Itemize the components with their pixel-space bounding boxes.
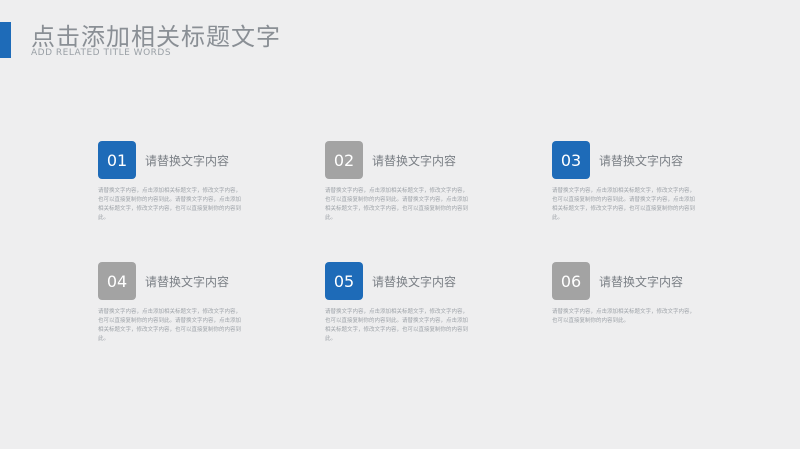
card-body-text: 请替换文字内容，点击添加相关标题文字，修改文字内容，也可以直接复制你的内容到此。… [325,309,469,342]
page-subtitle: ADD RELATED TITLE WORDS [31,48,172,58]
number-badge: 04 [98,262,136,300]
card-heading: 请替换文字内容 [145,274,230,289]
card-heading: 请替换文字内容 [372,274,457,289]
card-body-text: 请替换文字内容，点击添加相关标题文字，修改文字内容，也可以直接复制你的内容到此。… [552,188,696,221]
content-card-2: 02 请替换文字内容 请替换文字内容，点击添加相关标题文字，修改文字内容，也可以… [325,141,485,223]
title-accent-bar [0,22,11,58]
content-card-3: 03 请替换文字内容 请替换文字内容，点击添加相关标题文字，修改文字内容，也可以… [552,141,712,223]
page-title: 点击添加相关标题文字 [31,23,281,51]
card-heading: 请替换文字内容 [599,274,684,289]
number-badge: 06 [552,262,590,300]
card-heading: 请替换文字内容 [145,153,230,168]
number-badge: 01 [98,141,136,179]
content-card-6: 06 请替换文字内容 请替换文字内容，点击添加相关标题文字，修改文字内容，也可以… [552,262,712,326]
content-card-4: 04 请替换文字内容 请替换文字内容，点击添加相关标题文字，修改文字内容，也可以… [98,262,258,344]
number-badge: 02 [325,141,363,179]
card-body-text: 请替换文字内容，点击添加相关标题文字，修改文字内容，也可以直接复制你的内容到此。 [552,309,696,324]
card-body-text: 请替换文字内容，点击添加相关标题文字，修改文字内容，也可以直接复制你的内容到此。… [98,188,242,221]
card-heading: 请替换文字内容 [599,153,684,168]
number-badge: 03 [552,141,590,179]
card-body-text: 请替换文字内容，点击添加相关标题文字，修改文字内容，也可以直接复制你的内容到此。… [325,188,469,221]
card-heading: 请替换文字内容 [372,153,457,168]
content-card-5: 05 请替换文字内容 请替换文字内容，点击添加相关标题文字，修改文字内容，也可以… [325,262,485,344]
content-card-1: 01 请替换文字内容 请替换文字内容，点击添加相关标题文字，修改文字内容，也可以… [98,141,258,223]
card-body-text: 请替换文字内容，点击添加相关标题文字，修改文字内容，也可以直接复制你的内容到此。… [98,309,242,342]
number-badge: 05 [325,262,363,300]
